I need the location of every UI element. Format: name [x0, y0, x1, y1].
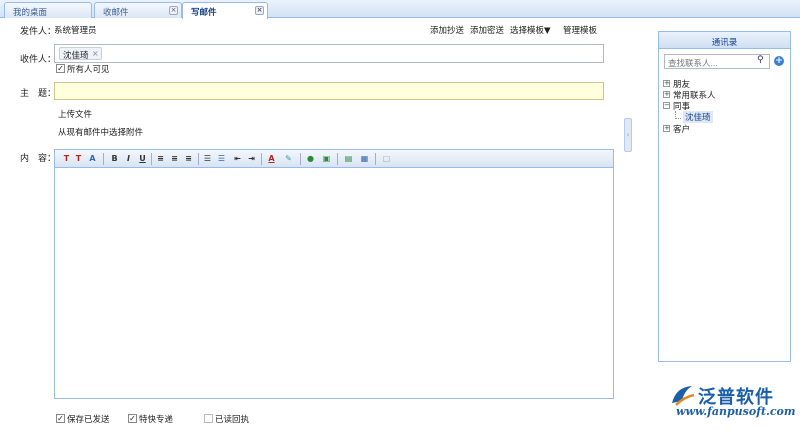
express-label: 特快专递 — [139, 415, 174, 425]
contacts-panel: 通讯录 ⚲ + + 朋友 + 常用联系人 − 同事 沈佳琦 + 客户 — [658, 31, 791, 362]
recipient-chip[interactable]: 沈佳琦 × — [59, 47, 102, 61]
save-sent-label: 保存已发送 — [67, 415, 110, 425]
tab-compose[interactable]: 写邮件 × — [182, 2, 268, 19]
outdent-icon[interactable]: ⇤ — [232, 153, 243, 164]
table-icon[interactable]: ▤ — [343, 153, 354, 164]
collapse-handle[interactable]: › — [624, 118, 632, 152]
brand-logo: 泛普软件 www.fanpusoft.com — [668, 383, 798, 425]
expand-icon[interactable]: + — [663, 91, 670, 98]
ordered-list-icon[interactable]: ☰ — [202, 153, 213, 164]
highlight-icon[interactable]: ✎ — [283, 153, 294, 164]
tree-group-clients[interactable]: 客户 — [673, 123, 690, 135]
sender-label: 发件人： — [20, 27, 57, 37]
subject-input[interactable] — [54, 82, 604, 100]
tab-label: 写邮件 — [191, 8, 217, 18]
recipient-name: 沈佳琦 — [63, 51, 89, 61]
recipient-label: 收件人： — [20, 55, 57, 65]
collapse-icon[interactable]: − — [663, 102, 670, 109]
expand-icon[interactable]: + — [663, 80, 670, 87]
search-icon[interactable]: ⚲ — [757, 55, 769, 67]
read-receipt-checkbox[interactable] — [204, 414, 213, 423]
align-left-icon[interactable]: ≡ — [155, 153, 166, 164]
editor-toolbar: T T A B I U ≡ ≡ ≡ ☰ ☰ ⇤ ⇥ A ✎ ● ▣ ▤ ▦ □ — [55, 150, 613, 168]
close-icon[interactable]: × — [255, 6, 264, 15]
tab-label: 我的桌面 — [13, 8, 48, 18]
remove-recipient-icon[interactable]: × — [92, 49, 99, 58]
content-editor: T T A B I U ≡ ≡ ≡ ☰ ☰ ⇤ ⇥ A ✎ ● ▣ ▤ ▦ □ — [54, 149, 614, 399]
align-right-icon[interactable]: ≡ — [183, 153, 194, 164]
add-cc-link[interactable]: 添加抄送 — [430, 24, 464, 36]
tree-contact-item[interactable]: 沈佳琦 — [683, 111, 713, 123]
tab-label: 收邮件 — [103, 8, 129, 18]
select-existing-attachment-link[interactable]: 从现有邮件中选择附件 — [58, 126, 143, 138]
font-color-icon[interactable]: A — [266, 153, 277, 164]
recipient-input[interactable]: 沈佳琦 × — [54, 44, 604, 63]
visible-to-all-label: 所有人可见 — [67, 65, 110, 75]
save-sent-checkbox[interactable]: ✓ — [56, 414, 65, 423]
font-size-icon[interactable]: T — [73, 153, 84, 164]
logo-icon — [672, 386, 695, 406]
tab-inbox[interactable]: 收邮件 × — [94, 2, 182, 18]
unordered-list-icon[interactable]: ☰ — [216, 153, 227, 164]
add-bcc-link[interactable]: 添加密送 — [470, 24, 504, 36]
align-center-icon[interactable]: ≡ — [169, 153, 180, 164]
sender-value: 系统管理员 — [54, 26, 97, 36]
format-icon[interactable]: A — [87, 153, 98, 164]
express-checkbox[interactable]: ✓ — [128, 414, 137, 423]
underline-icon[interactable]: U — [137, 153, 148, 164]
font-family-icon[interactable]: T — [61, 153, 72, 164]
italic-icon[interactable]: I — [123, 153, 134, 164]
visible-to-all-checkbox[interactable]: ✓ — [56, 64, 65, 73]
bold-icon[interactable]: B — [109, 153, 120, 164]
source-icon[interactable]: □ — [381, 153, 392, 164]
tab-my-desktop[interactable]: 我的桌面 — [4, 2, 92, 18]
editor-body[interactable] — [55, 169, 613, 398]
select-template-dropdown[interactable]: 选择模板▼ — [510, 24, 551, 36]
indent-icon[interactable]: ⇥ — [246, 153, 257, 164]
logo-url: www.fanpusoft.com — [676, 405, 796, 418]
image-icon[interactable]: ▣ — [321, 153, 332, 164]
insert-icon[interactable]: ▦ — [359, 153, 370, 164]
read-receipt-label: 已读回执 — [215, 415, 250, 425]
content-label: 内 容： — [20, 154, 57, 164]
subject-label: 主 题： — [20, 89, 57, 99]
manage-template-link[interactable]: 管理模板 — [563, 24, 597, 36]
contacts-title: 通讯录 — [659, 32, 790, 49]
tab-bar: 我的桌面 收邮件 × 写邮件 × — [0, 0, 800, 19]
upload-file-link[interactable]: 上传文件 — [58, 108, 92, 120]
contact-search-input[interactable] — [664, 54, 770, 69]
close-icon[interactable]: × — [169, 6, 178, 15]
add-contact-icon[interactable]: + — [774, 56, 784, 66]
expand-icon[interactable]: + — [663, 125, 670, 132]
link-icon[interactable]: ● — [305, 153, 316, 164]
